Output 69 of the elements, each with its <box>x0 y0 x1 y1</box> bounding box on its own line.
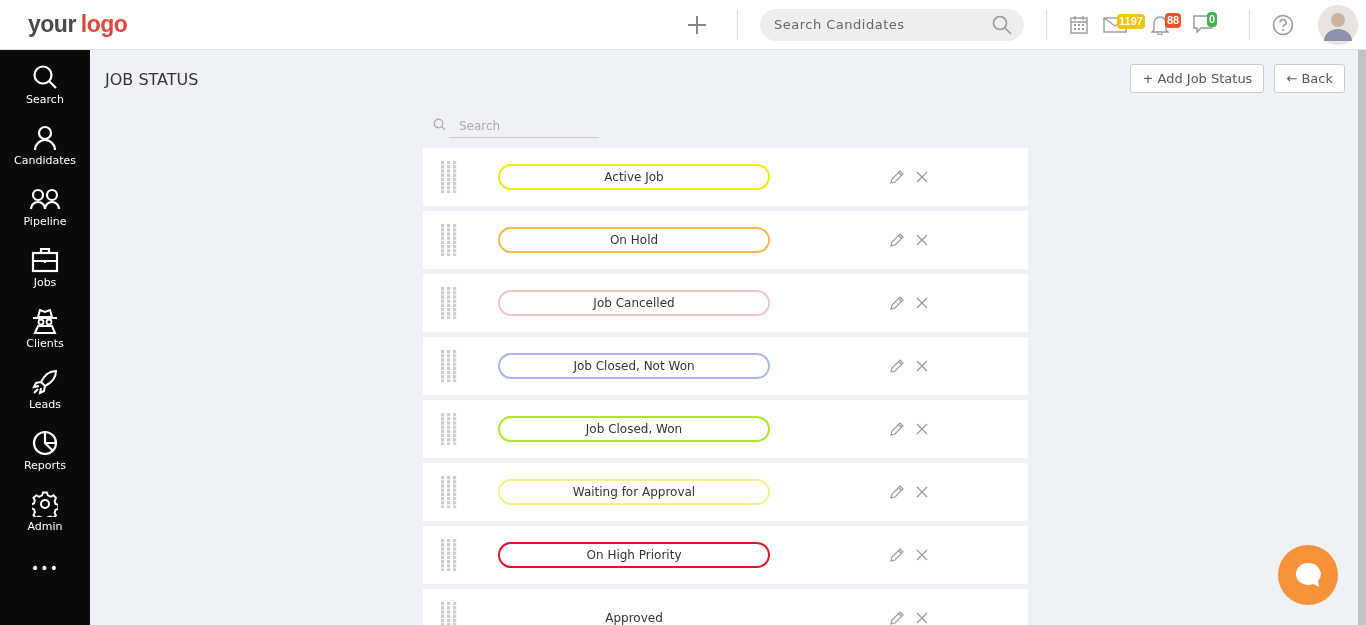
status-tag: On High Priority <box>498 542 770 568</box>
pie-chart-icon <box>32 430 58 456</box>
close-icon[interactable] <box>916 234 928 246</box>
scrollbar[interactable] <box>1358 50 1366 625</box>
drag-handle-icon[interactable] <box>441 476 457 508</box>
edit-icon[interactable] <box>890 485 904 499</box>
edit-icon[interactable] <box>890 296 904 310</box>
edit-icon[interactable] <box>890 422 904 436</box>
search-field[interactable]: Search Candidates <box>760 8 1024 41</box>
edit-icon[interactable] <box>890 611 904 625</box>
search-field[interactable]: Search <box>449 114 599 138</box>
person-icon <box>32 125 58 151</box>
page-title: JOB STATUS <box>105 70 199 89</box>
drag-handle-icon[interactable] <box>441 413 457 445</box>
logo-text: logo <box>80 11 128 37</box>
count-badge: 1197 <box>1117 13 1145 29</box>
close-icon[interactable] <box>916 549 928 561</box>
settings-icon <box>32 491 58 517</box>
toolbar-button[interactable]: + Add Job Status <box>1130 64 1265 93</box>
sidebar-item[interactable]: Candidates <box>14 125 76 186</box>
calendar-icon[interactable] <box>1069 14 1089 35</box>
close-icon[interactable] <box>916 612 928 624</box>
drag-handle-icon[interactable] <box>441 224 457 256</box>
close-icon[interactable] <box>916 360 928 372</box>
sidebar-item[interactable]: Search <box>26 64 64 125</box>
briefcase-icon <box>31 247 59 273</box>
rocket-icon <box>32 369 58 395</box>
search-icon <box>32 64 58 90</box>
drag-handle-icon[interactable] <box>441 287 457 319</box>
edit-icon[interactable] <box>890 233 904 247</box>
drag-handle-icon[interactable] <box>441 539 457 571</box>
status-tag: Active Job <box>498 164 770 190</box>
close-icon[interactable] <box>916 171 928 183</box>
close-icon[interactable] <box>916 297 928 309</box>
sidebar-item[interactable]: Pipeline <box>23 186 67 247</box>
sidebar-item[interactable]: Admin <box>27 491 63 552</box>
logo[interactable]: your logo <box>28 11 128 38</box>
edit-icon[interactable] <box>890 359 904 373</box>
sidebar-item[interactable]: Leads <box>28 369 62 430</box>
status-tag: Job Closed, Not Won <box>498 353 770 379</box>
sidebar-item[interactable]: Clients <box>26 308 64 369</box>
close-icon[interactable] <box>916 486 928 498</box>
search-icon[interactable] <box>992 14 1012 35</box>
sidebar-item[interactable]: Jobs <box>31 247 59 308</box>
edit-icon[interactable] <box>890 170 904 184</box>
sidebar-item[interactable]: Reports <box>23 430 67 491</box>
help-icon[interactable] <box>1272 13 1294 36</box>
drag-handle-icon[interactable] <box>441 161 457 193</box>
count-badge: 88 <box>1165 12 1182 28</box>
status-tag: Job Cancelled <box>498 290 770 316</box>
spy-icon <box>31 308 59 334</box>
chat-button[interactable] <box>1278 545 1338 605</box>
edit-icon[interactable] <box>890 548 904 562</box>
chat-bubble-icon <box>1294 561 1322 589</box>
status-tag: Waiting for Approval <box>498 479 770 505</box>
status-tag: On Hold <box>498 227 770 253</box>
bell-icon[interactable] <box>1151 14 1169 35</box>
toolbar-button[interactable]: ← Back <box>1274 64 1345 93</box>
count-badge: 0 <box>1207 11 1218 27</box>
status-tag: Job Closed, Won <box>498 416 770 442</box>
logo-text: your <box>28 11 76 37</box>
close-icon[interactable] <box>916 423 928 435</box>
search-icon <box>433 118 446 131</box>
people-icon <box>30 186 60 212</box>
avatar-icon[interactable] <box>1318 4 1358 45</box>
add-icon[interactable] <box>687 14 707 35</box>
drag-handle-icon[interactable] <box>441 350 457 382</box>
more-button[interactable]: ••• <box>31 560 59 576</box>
drag-handle-icon[interactable] <box>441 602 457 625</box>
